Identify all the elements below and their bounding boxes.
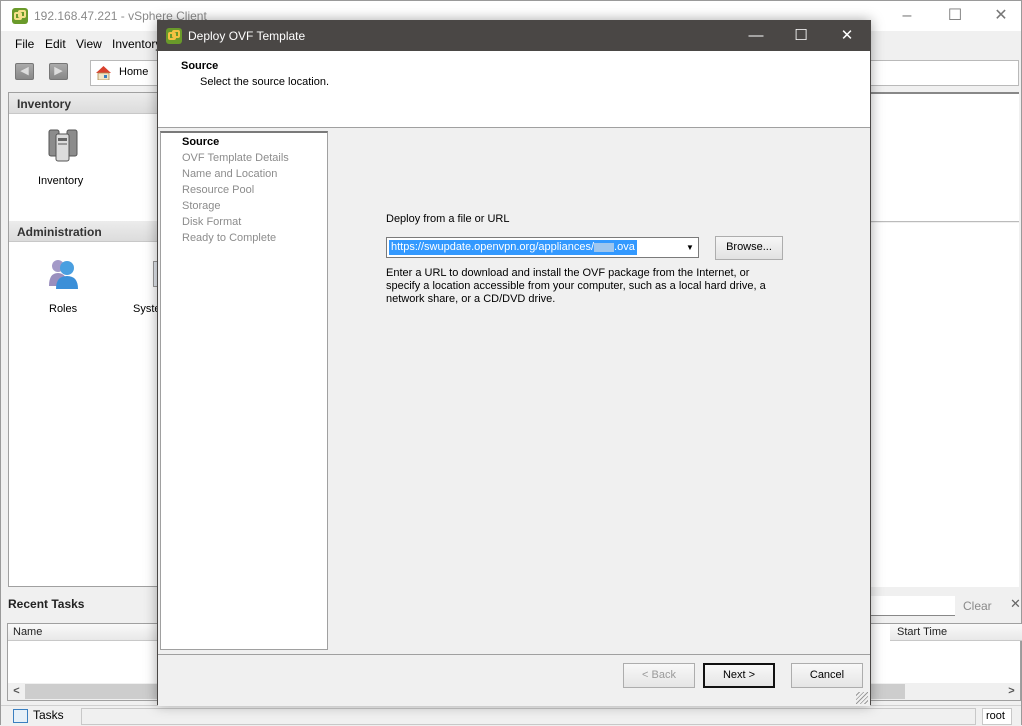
back-button[interactable]: < Back bbox=[623, 663, 695, 688]
tile-inventory-label[interactable]: Inventory bbox=[38, 175, 83, 187]
home-icon bbox=[96, 66, 111, 80]
close-tasks-icon[interactable]: ✕ bbox=[1010, 596, 1021, 612]
menu-file[interactable]: File bbox=[15, 37, 34, 51]
address-bar-extension bbox=[871, 60, 1019, 86]
step-name-and-location: Name and Location bbox=[182, 168, 278, 180]
dialog-close-button[interactable]: ✕ bbox=[827, 25, 867, 47]
menu-inventory[interactable]: Inventory bbox=[112, 37, 161, 51]
dialog-title: Deploy OVF Template bbox=[188, 29, 306, 43]
column-header-name[interactable]: Name bbox=[8, 624, 160, 641]
deploy-ovf-dialog: Deploy OVF Template — ☐ ✕ Source Select … bbox=[157, 20, 871, 706]
chevron-down-icon[interactable]: ▼ bbox=[681, 238, 698, 257]
dialog-maximize-button[interactable]: ☐ bbox=[781, 25, 821, 47]
clear-filter-link[interactable]: Clear bbox=[963, 599, 992, 613]
resize-grip[interactable] bbox=[856, 692, 868, 704]
status-bar: Tasks root bbox=[1, 705, 1021, 726]
wizard-steps-list: Source OVF Template Details Name and Loc… bbox=[160, 131, 328, 650]
logged-in-user: root bbox=[982, 708, 1012, 725]
redacted-filename bbox=[594, 242, 615, 252]
forward-arrow-icon[interactable]: ▶ bbox=[49, 63, 68, 80]
scroll-left-icon[interactable]: < bbox=[8, 683, 25, 700]
step-resource-pool: Resource Pool bbox=[182, 184, 255, 196]
wizard-footer: < Back Next > Cancel bbox=[158, 654, 870, 706]
step-ready-to-complete: Ready to Complete bbox=[182, 232, 277, 244]
wizard-header: Source Select the source location. bbox=[158, 51, 870, 128]
tasks-tab[interactable]: Tasks bbox=[11, 708, 64, 725]
step-disk-format: Disk Format bbox=[182, 216, 242, 228]
users-icon[interactable] bbox=[47, 258, 81, 290]
source-help-text: Enter a URL to download and install the … bbox=[386, 267, 766, 305]
dialog-minimize-button[interactable]: — bbox=[736, 25, 776, 47]
back-arrow-icon[interactable]: ◀ bbox=[15, 63, 34, 80]
source-url-value[interactable]: https://swupdate.openvpn.org/appliances/… bbox=[389, 240, 637, 255]
deploy-from-label: Deploy from a file or URL bbox=[386, 213, 510, 225]
content-pane-top bbox=[871, 92, 1019, 222]
wizard-step-subtitle: Select the source location. bbox=[200, 76, 330, 88]
home-label: Home bbox=[119, 66, 149, 78]
source-url-combobox[interactable]: https://swupdate.openvpn.org/appliances/… bbox=[386, 237, 699, 258]
content-pane-bottom bbox=[871, 223, 1019, 587]
vsphere-logo-icon bbox=[12, 8, 28, 24]
cancel-button[interactable]: Cancel bbox=[791, 663, 863, 688]
maximize-button[interactable]: ☐ bbox=[935, 5, 975, 27]
status-field bbox=[81, 708, 976, 725]
minimize-button[interactable]: – bbox=[887, 5, 927, 27]
home-pane: Inventory Inventory Administration Roles… bbox=[8, 92, 168, 587]
menu-view[interactable]: View bbox=[76, 37, 102, 51]
dialog-title-bar[interactable]: Deploy OVF Template — ☐ ✕ bbox=[158, 21, 870, 51]
menu-edit[interactable]: Edit bbox=[45, 37, 66, 51]
scroll-right-icon[interactable]: > bbox=[1003, 683, 1020, 700]
close-button[interactable]: ✕ bbox=[981, 5, 1021, 27]
section-inventory-header: Inventory bbox=[9, 93, 167, 114]
source-panel: Deploy from a file or URL https://swupda… bbox=[332, 129, 870, 653]
url-prefix: https://swupdate.openvpn.org/appliances/ bbox=[391, 241, 595, 253]
column-header-start-time[interactable]: Start Time bbox=[892, 624, 1022, 641]
step-ovf-template-details: OVF Template Details bbox=[182, 152, 289, 164]
browse-button[interactable]: Browse... bbox=[715, 236, 783, 260]
tasks-checklist-icon bbox=[13, 709, 28, 723]
section-administration-header: Administration bbox=[9, 221, 167, 242]
tasks-tab-label: Tasks bbox=[33, 708, 64, 722]
step-storage: Storage bbox=[182, 200, 221, 212]
recent-tasks-title: Recent Tasks bbox=[8, 597, 85, 611]
vsphere-logo-icon bbox=[166, 28, 182, 44]
tile-roles-label[interactable]: Roles bbox=[49, 303, 77, 315]
step-source[interactable]: Source bbox=[182, 136, 219, 148]
tasks-filter-input[interactable] bbox=[871, 596, 955, 616]
servers-icon[interactable] bbox=[47, 128, 79, 162]
next-button[interactable]: Next > bbox=[703, 663, 775, 688]
url-suffix: .ova bbox=[614, 241, 635, 253]
wizard-step-title: Source bbox=[181, 60, 219, 72]
